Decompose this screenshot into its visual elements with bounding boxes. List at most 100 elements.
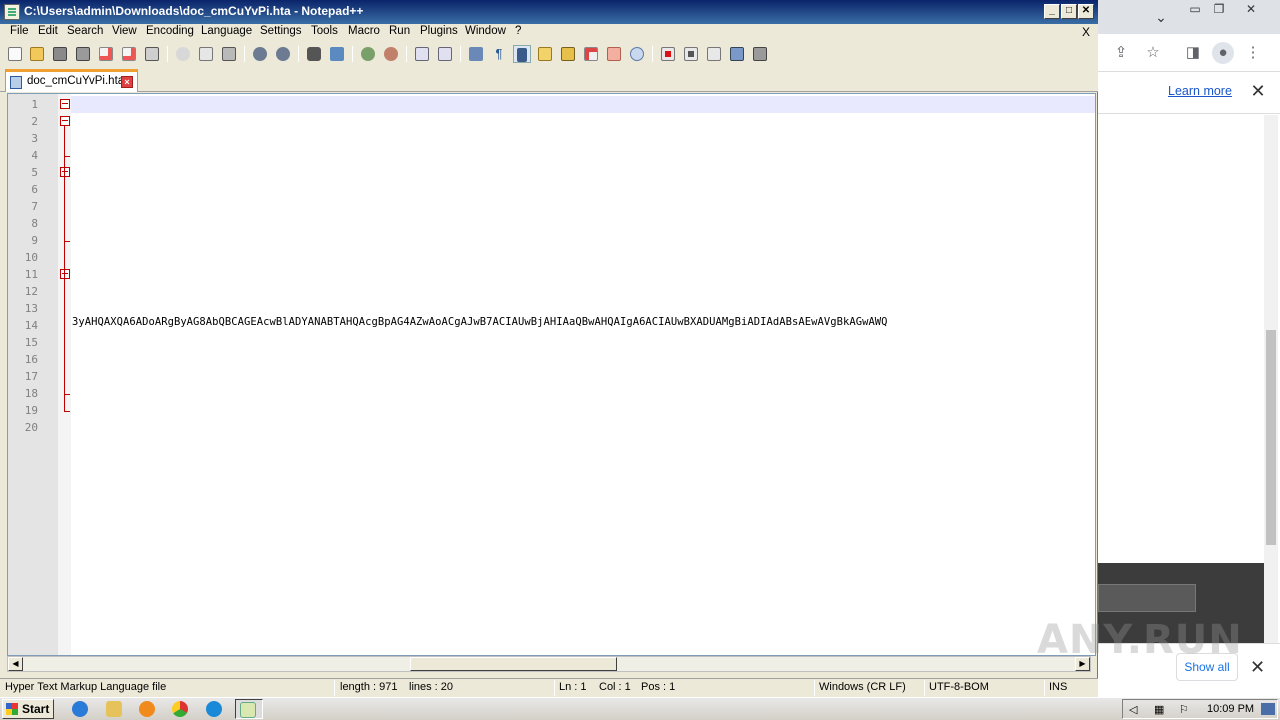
share-icon[interactable]: ⇪: [1110, 42, 1132, 64]
menu-macro[interactable]: Macro: [348, 25, 380, 37]
doc-map-icon[interactable]: [536, 45, 554, 63]
close-file-icon[interactable]: [97, 45, 115, 63]
stop-macro-icon[interactable]: [682, 45, 700, 63]
line-number: 13: [24, 302, 38, 315]
network-icon[interactable]: ▦: [1154, 703, 1168, 716]
code-area[interactable]: 3yAHQAXQA6ADoARgByAG8AbQBCAGEAcwBlADYANA…: [71, 94, 1095, 655]
explorer-icon[interactable]: [102, 699, 126, 719]
learn-more-link[interactable]: Learn more: [1168, 84, 1232, 98]
zoom-out-icon[interactable]: [382, 45, 400, 63]
media-player-icon[interactable]: [135, 699, 159, 719]
scroll-right-icon[interactable]: ▶: [1075, 657, 1090, 671]
close-icon[interactable]: ✕: [1248, 81, 1268, 101]
status-file-type: Hyper Text Markup Language file: [5, 681, 167, 693]
window-title: C:\Users\admin\Downloads\doc_cmCuYvPi.ht…: [24, 4, 364, 18]
notepadpp-icon[interactable]: [235, 699, 263, 719]
close-all-icon[interactable]: [120, 45, 138, 63]
chrome-icon[interactable]: [168, 699, 192, 719]
fold-toggle-icon[interactable]: [60, 116, 70, 126]
menu-search[interactable]: Search: [67, 25, 103, 37]
close-document-button[interactable]: X: [1082, 25, 1090, 39]
status-encoding: UTF-8-BOM: [929, 681, 989, 693]
print-icon[interactable]: [143, 45, 161, 63]
menu-encoding[interactable]: Encoding: [146, 25, 194, 37]
side-panel-icon[interactable]: ◨: [1182, 42, 1204, 64]
replace-icon[interactable]: [328, 45, 346, 63]
menu-edit[interactable]: Edit: [38, 25, 58, 37]
paste-icon[interactable]: [220, 45, 238, 63]
cut-icon[interactable]: [174, 45, 192, 63]
save-all-icon[interactable]: [74, 45, 92, 63]
minimize-button[interactable]: _: [1044, 4, 1060, 19]
flag-icon[interactable]: ⚐: [1179, 703, 1193, 716]
ie-icon[interactable]: [68, 699, 92, 719]
open-file-icon[interactable]: [28, 45, 46, 63]
function-list-icon[interactable]: [559, 45, 577, 63]
sync-vertical-icon[interactable]: [413, 45, 431, 63]
minimize-icon[interactable]: ▭: [1184, 2, 1206, 18]
menu-view[interactable]: View: [112, 25, 137, 37]
profile-icon[interactable]: ●: [1212, 42, 1234, 64]
chrome-infobar: Learn more ✕: [1098, 72, 1280, 114]
menu-settings[interactable]: Settings: [260, 25, 302, 37]
status-col: Col : 1: [599, 681, 631, 693]
fold-toggle-icon[interactable]: [60, 99, 70, 109]
menu-window[interactable]: Window: [465, 25, 506, 37]
run-macro-multiple-icon[interactable]: [728, 45, 746, 63]
word-wrap-icon[interactable]: [467, 45, 485, 63]
close-icon[interactable]: ×: [121, 76, 133, 88]
editor[interactable]: 3yAHQAXQA6ADoARgByAG8AbQBCAGEAcwBlADYANA…: [7, 93, 1096, 656]
show-all-button[interactable]: Show all: [1176, 653, 1238, 681]
line-number: 17: [24, 370, 38, 383]
record-macro-icon[interactable]: [659, 45, 677, 63]
redo-icon[interactable]: [274, 45, 292, 63]
folder-icon[interactable]: [605, 45, 623, 63]
chevron-down-icon[interactable]: ⌄: [1150, 10, 1172, 26]
star-icon[interactable]: ☆: [1142, 42, 1164, 64]
fold-toggle-icon[interactable]: [60, 167, 70, 177]
scroll-left-icon[interactable]: ◀: [8, 657, 23, 671]
find-icon[interactable]: [305, 45, 323, 63]
status-lines: lines : 20: [409, 681, 454, 693]
menu-file[interactable]: File: [10, 25, 29, 37]
folder-workspace-icon[interactable]: [582, 45, 600, 63]
save-macro-icon[interactable]: [751, 45, 769, 63]
maximize-button[interactable]: □: [1061, 4, 1077, 19]
show-all-chars-icon[interactable]: ¶: [490, 45, 508, 63]
undo-icon[interactable]: [251, 45, 269, 63]
zoom-in-icon[interactable]: [359, 45, 377, 63]
menu-language[interactable]: Language: [201, 25, 252, 37]
more-menu-icon[interactable]: ⋮: [1242, 42, 1264, 64]
indent-guide-icon[interactable]: [513, 45, 531, 63]
save-icon[interactable]: [51, 45, 69, 63]
line-number: 2: [31, 115, 38, 128]
scroll-thumb[interactable]: [410, 657, 617, 671]
chrome-scrollbar[interactable]: [1264, 115, 1278, 645]
sync-horizontal-icon[interactable]: [436, 45, 454, 63]
status-pos: Pos : 1: [641, 681, 676, 693]
clock: 10:09 PM: [1207, 703, 1255, 715]
horizontal-scrollbar[interactable]: ◀ ▶: [7, 656, 1091, 672]
edge-icon[interactable]: [202, 699, 226, 719]
show-desktop-icon[interactable]: [1261, 703, 1275, 715]
copy-icon[interactable]: [197, 45, 215, 63]
new-file-icon[interactable]: [6, 45, 24, 63]
restore-icon[interactable]: ❐: [1208, 2, 1230, 18]
chrome-dark-panel: [1098, 563, 1264, 643]
chrome-dark-button[interactable]: [1098, 584, 1196, 612]
close-icon[interactable]: ✕: [1240, 2, 1262, 18]
tab-doc[interactable]: doc_cmCuYvPi.hta ×: [5, 69, 138, 92]
chrome-scroll-thumb[interactable]: [1266, 330, 1276, 545]
play-macro-icon[interactable]: [705, 45, 723, 63]
start-button[interactable]: Start: [2, 699, 54, 719]
close-icon[interactable]: ✕: [1250, 657, 1265, 678]
menu-tools[interactable]: Tools: [311, 25, 338, 37]
fold-toggle-icon[interactable]: [60, 269, 70, 279]
menu-run[interactable]: Run: [389, 25, 410, 37]
menu-plugins[interactable]: Plugins: [420, 25, 458, 37]
menu-help[interactable]: ?: [515, 25, 521, 37]
close-button[interactable]: ✕: [1078, 4, 1094, 19]
fold-end-marker: [64, 411, 70, 412]
monitor-icon[interactable]: [628, 45, 646, 63]
speaker-icon[interactable]: ◁: [1129, 703, 1143, 716]
